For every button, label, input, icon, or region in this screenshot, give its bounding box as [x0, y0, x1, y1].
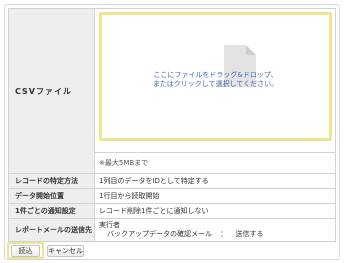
backup-confirmation-value: 送信する [235, 230, 264, 238]
notification-row: 1件ごとの通知設定 レコード削除1件ごとに通知しない [8, 203, 336, 219]
detail-separator: ： [220, 230, 228, 238]
notification-label: 1件ごとの通知設定 [8, 203, 95, 219]
report-mail-label: レポートメールの送信先 [8, 218, 95, 242]
data-start-value: 1行目から読取開始 [94, 188, 336, 204]
notification-value: レコード削除1件ごとに通知しない [94, 203, 336, 219]
cancel-button[interactable]: キャンセル [47, 245, 84, 257]
record-identification-label: レコードの特定方法 [8, 173, 95, 189]
report-mail-detail: バックアップデータの確認メール ： 送信する [99, 230, 331, 239]
max-size-note: ※最大5MBまで [94, 152, 336, 174]
data-start-row: データ開始位置 1行目から読取開始 [8, 188, 336, 204]
report-mail-value: 実行者 バックアップデータの確認メール ： 送信する [94, 218, 336, 242]
csv-file-row: CSVファイル ここにファイルをドラッグ&ドロップ、 またはクリックして選択して… [8, 8, 336, 174]
import-form-panel: CSVファイル ここにファイルをドラッグ&ドロップ、 またはクリックして選択して… [4, 4, 340, 260]
record-identification-value: 1列目のデータをIDとして特定する [94, 173, 336, 189]
dropzone-instructions: ここにファイルをドラッグ&ドロップ、 またはクリックして選択してください。 [102, 71, 329, 89]
dropzone-instruction-line1: ここにファイルをドラッグ&ドロップ、 [153, 71, 278, 79]
load-button[interactable]: 読込 [11, 245, 40, 257]
data-start-label: データ開始位置 [8, 188, 95, 204]
record-identification-row: レコードの特定方法 1列目のデータをIDとして特定する [8, 173, 336, 189]
dropzone-cell: ここにファイルをドラッグ&ドロップ、 またはクリックして選択してください。 [94, 8, 336, 153]
report-mail-row: レポートメールの送信先 実行者 バックアップデータの確認メール ： 送信する [8, 218, 336, 242]
backup-confirmation-label: バックアップデータの確認メール [107, 230, 212, 238]
import-settings-table: CSVファイル ここにファイルをドラッグ&ドロップ、 またはクリックして選択して… [8, 8, 336, 242]
report-mail-recipient: 実行者 [99, 221, 120, 229]
dropzone-instruction-line2: またはクリックして選択してください。 [152, 80, 279, 88]
file-dropzone[interactable]: ここにファイルをドラッグ&ドロップ、 またはクリックして選択してください。 [99, 12, 332, 141]
csv-file-label: CSVファイル [8, 8, 95, 174]
